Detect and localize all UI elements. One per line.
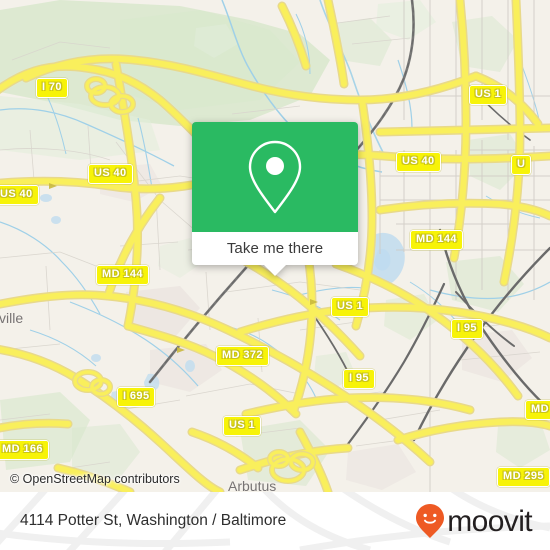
road-shield-label: I 95 [457, 322, 477, 334]
road-shield-label: MD 372 [222, 349, 263, 361]
road-shield-label: MD 144 [102, 268, 143, 280]
callout-icon-panel [192, 122, 358, 232]
road-shield: US 1 [469, 85, 508, 105]
road-shield: I 95 [451, 319, 483, 339]
road-shield-label: US 1 [337, 300, 364, 312]
road-shield: US 1 [331, 297, 370, 317]
road-shield-label: I 70 [42, 81, 62, 93]
map-canvas[interactable]: .wtr { stroke:#9fd0e8; fill:none; } .wtr… [0, 0, 550, 492]
road-shield: MD 144 [410, 230, 463, 250]
road-shield-label: MD 295 [503, 470, 544, 482]
road-shield: US 40 [88, 164, 133, 184]
road-shield: MD 295 [497, 467, 550, 487]
road-shield: I 95 [343, 369, 375, 389]
road-shield-label: US 40 [94, 167, 127, 179]
road-shield-label: MD 166 [2, 443, 43, 455]
road-shield-label: U [517, 158, 526, 170]
road-shield: MD 372 [216, 346, 269, 366]
moovit-map-screen: .wtr { stroke:#9fd0e8; fill:none; } .wtr… [0, 0, 550, 550]
moovit-logo[interactable]: moovit [415, 503, 533, 539]
road-shield: US 1 [223, 416, 262, 436]
road-shield-label: US 1 [475, 88, 502, 100]
moovit-pin-icon [416, 504, 445, 538]
road-shield-label: US 40 [0, 188, 33, 200]
location-address: 4114 Potter St, Washington / Baltimore [20, 512, 287, 529]
road-shield-label: I 95 [349, 372, 369, 384]
moovit-wordmark: moovit [447, 505, 532, 538]
map-pin-icon [248, 140, 302, 214]
road-shield: U [511, 155, 532, 175]
place-label: sville [0, 310, 24, 326]
road-shield: MD 166 [0, 440, 49, 460]
road-shield: MD [525, 400, 550, 420]
take-me-there-label: Take me there [226, 240, 324, 257]
road-shield-label: US 1 [229, 419, 256, 431]
location-callout[interactable]: Take me there [192, 122, 358, 276]
road-shield-label: MD [531, 403, 549, 415]
place-label: Arbutus [228, 478, 277, 492]
road-shield: US 40 [0, 185, 39, 205]
road-shield-label: I 695 [123, 390, 150, 402]
road-shield: I 695 [117, 387, 156, 407]
callout-cta-panel[interactable]: Take me there [192, 232, 358, 276]
callout-pointer [264, 265, 286, 276]
road-shield: I 70 [36, 78, 68, 98]
road-shield: US 40 [396, 152, 441, 172]
osm-attribution[interactable]: © OpenStreetMap contributors [10, 472, 180, 486]
road-shield: MD 144 [96, 265, 149, 285]
road-shield-label: US 40 [402, 155, 435, 167]
footer-bar: 4114 Potter St, Washington / Baltimore m… [0, 492, 550, 550]
road-shield-label: MD 144 [416, 233, 457, 245]
